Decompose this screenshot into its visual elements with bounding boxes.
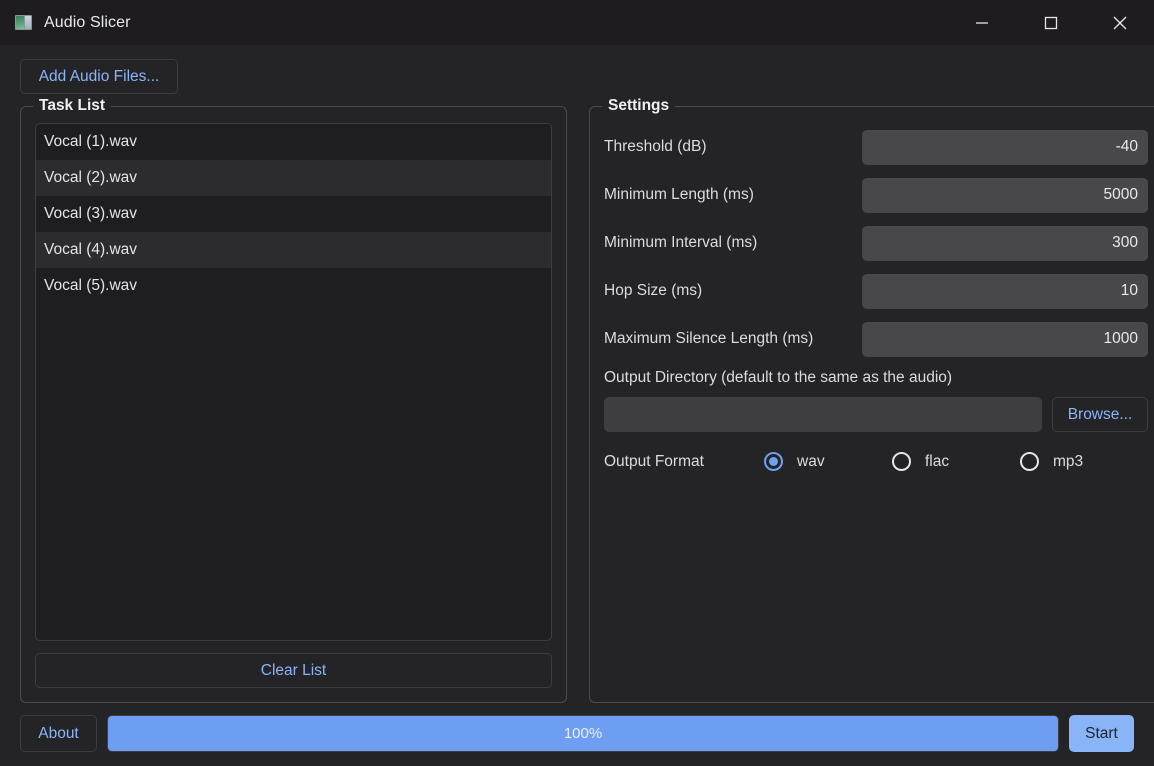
minimum-interval-input[interactable] [862,225,1148,261]
window-title: Audio Slicer [44,13,131,31]
output-directory-row: Browse... [604,397,1148,432]
close-icon[interactable] [1085,0,1154,45]
radio-option-mp3[interactable]: mp3 [1020,452,1148,471]
radio-label-wav: wav [797,452,825,470]
minimum-interval-label: Minimum Interval (ms) [604,234,758,251]
clear-list-button[interactable]: Clear List [35,653,552,688]
setting-row-minimum-length: Minimum Length (ms) [604,171,1148,219]
maximum-silence-length-input[interactable] [862,321,1148,357]
list-item[interactable]: Vocal (1).wav [36,124,551,160]
setting-row-hop-size: Hop Size (ms) [604,267,1148,315]
threshold-label: Threshold (dB) [604,138,707,155]
settings-fields: Threshold (dB) Minimum Length (ms) Minim… [604,123,1148,363]
maximum-silence-length-label: Maximum Silence Length (ms) [604,330,814,347]
minimize-icon[interactable] [947,0,1016,45]
minimum-length-label: Minimum Length (ms) [604,186,754,203]
settings-group: Settings Threshold (dB) Minimum Length (… [589,97,1154,703]
settings-title: Settings [602,97,676,115]
radio-label-flac: flac [925,452,950,470]
task-list-box[interactable]: Vocal (1).wav Vocal (2).wav Vocal (3).wa… [35,123,552,641]
radio-label-mp3: mp3 [1053,452,1084,470]
bottom-bar: About 100% Start [0,703,1154,766]
title-bar: Audio Slicer [0,0,1154,45]
toolbar: Add Audio Files... [0,45,1154,94]
setting-row-threshold: Threshold (dB) [604,123,1148,171]
hop-size-input[interactable] [862,273,1148,309]
task-list-title: Task List [33,97,112,115]
threshold-input[interactable] [862,129,1148,165]
setting-row-maximum-silence-length: Maximum Silence Length (ms) [604,315,1148,363]
browse-button[interactable]: Browse... [1052,397,1148,432]
add-audio-files-button[interactable]: Add Audio Files... [20,59,178,94]
progress-bar-text: 100% [563,725,603,742]
output-format-label: Output Format [604,452,704,470]
progress-bar: 100% [107,715,1059,752]
list-item[interactable]: Vocal (2).wav [36,160,551,196]
radio-unchecked-icon [892,452,911,471]
radio-checked-icon [764,452,783,471]
output-directory-input[interactable] [604,397,1042,432]
task-list-group: Task List Vocal (1).wav Vocal (2).wav Vo… [20,97,567,703]
app-window: Audio Slicer Add Audio Files... Task Lis… [0,0,1154,766]
setting-row-minimum-interval: Minimum Interval (ms) [604,219,1148,267]
start-button[interactable]: Start [1069,715,1134,752]
about-button[interactable]: About [20,715,97,752]
hop-size-label: Hop Size (ms) [604,282,703,299]
list-item[interactable]: Vocal (3).wav [36,196,551,232]
list-item[interactable]: Vocal (5).wav [36,268,551,304]
output-directory-label: Output Directory (default to the same as… [604,369,953,386]
radio-unchecked-icon [1020,452,1039,471]
radio-option-flac[interactable]: flac [892,452,1020,471]
main-content: Task List Vocal (1).wav Vocal (2).wav Vo… [0,94,1154,703]
radio-option-wav[interactable]: wav [764,452,892,471]
output-format-row: Output Format wav flac mp3 [604,452,1148,471]
maximize-icon[interactable] [1016,0,1085,45]
minimum-length-input[interactable] [862,177,1148,213]
list-item[interactable]: Vocal (4).wav [36,232,551,268]
window-controls [947,0,1154,45]
app-window-icon [15,15,32,30]
